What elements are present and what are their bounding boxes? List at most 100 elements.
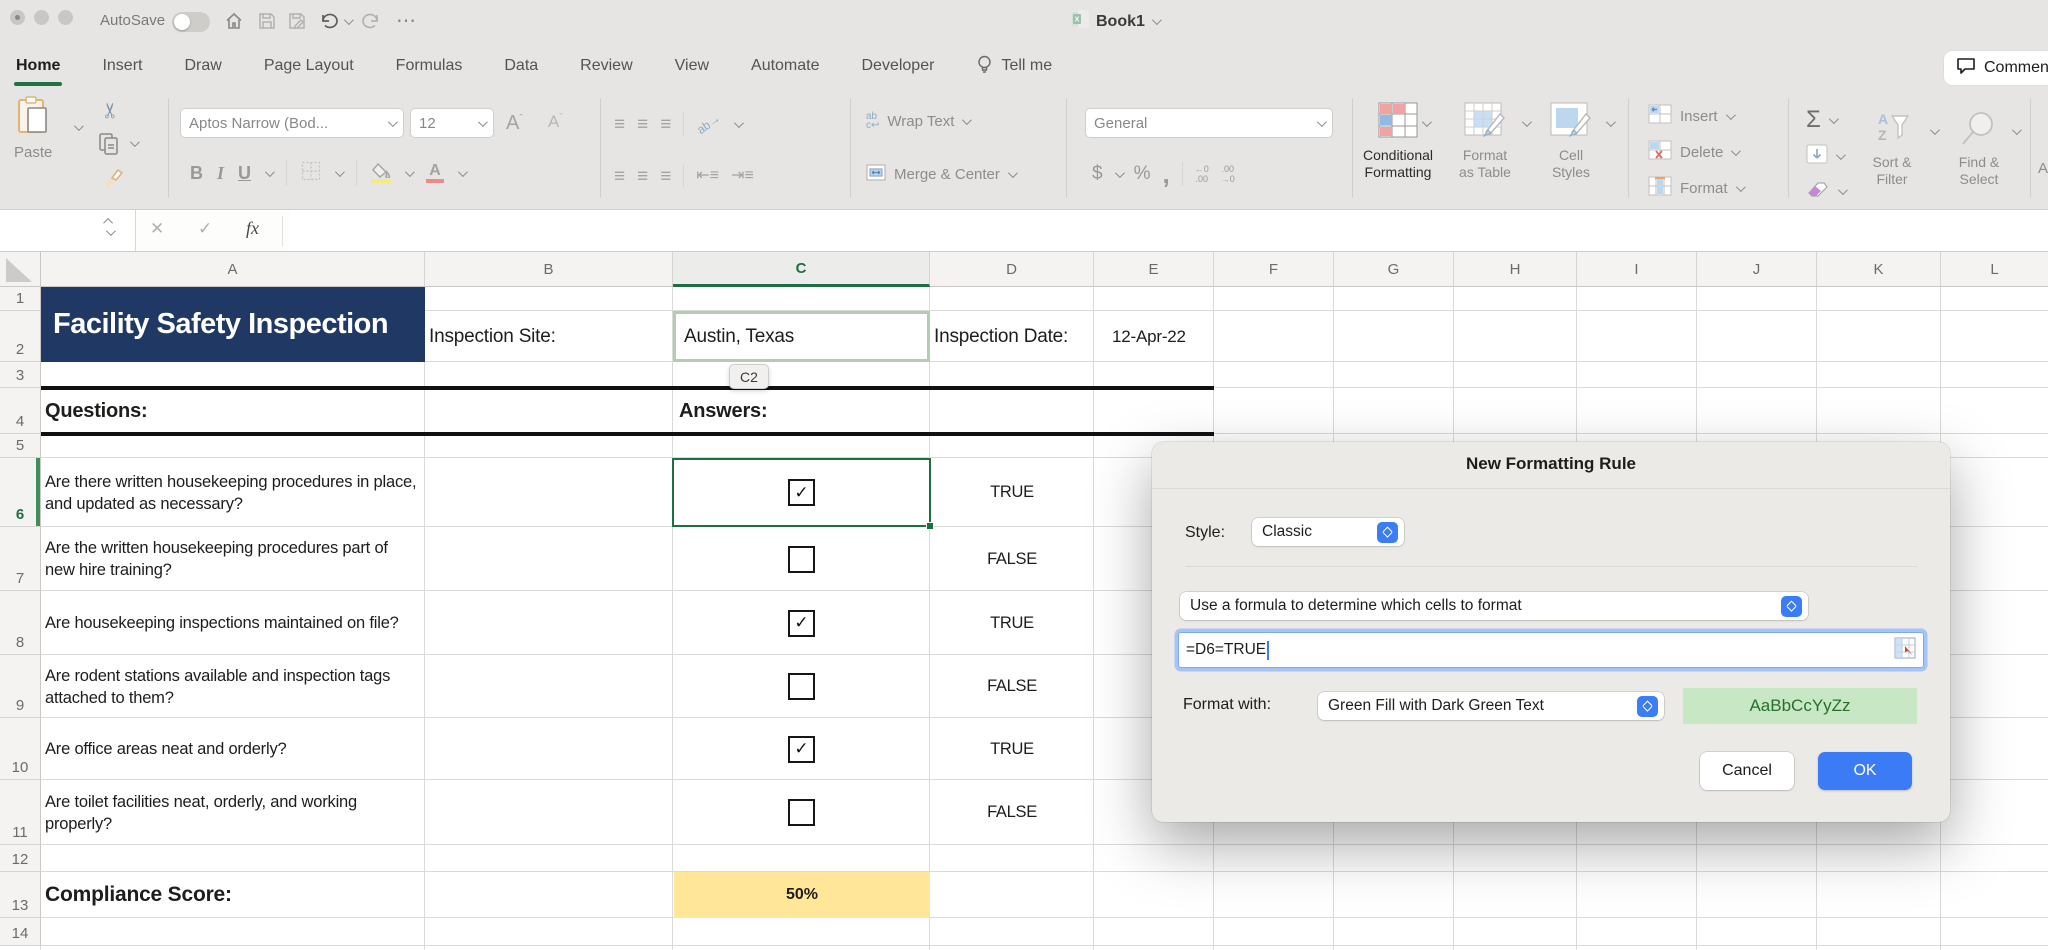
autosave-toggle[interactable] — [172, 12, 210, 32]
tab-insert[interactable]: Insert — [102, 57, 142, 75]
row-header-1[interactable]: 1 — [0, 287, 41, 311]
row-header-2[interactable]: 2 — [0, 311, 41, 362]
select-all-corner[interactable] — [0, 252, 41, 287]
column-header-e[interactable]: E — [1094, 252, 1214, 287]
cell-c4-answers-header[interactable]: Answers: — [679, 388, 767, 434]
fill-color-button fill-color-icon[interactable] — [371, 163, 391, 183]
underline-button[interactable]: U — [238, 163, 251, 184]
decrease-indent-button[interactable]: ⇤≡ — [696, 168, 719, 184]
find-select-chevron-icon[interactable] — [2012, 125, 2022, 135]
checkbox-row9-unchecked[interactable] — [788, 673, 815, 700]
column-header-d[interactable]: D — [930, 252, 1094, 287]
italic-button[interactable]: I — [217, 163, 224, 184]
formula-input[interactable] — [290, 210, 2048, 251]
analyze-data-button-partial[interactable]: A — [2038, 160, 2048, 177]
wrap-text-button[interactable]: abc↩ Wrap Text — [866, 112, 969, 130]
minimize-icon[interactable] — [34, 10, 49, 25]
align-right-button[interactable]: ≡ — [660, 167, 671, 186]
row-header-3[interactable]: 3 — [0, 362, 41, 388]
align-top-button[interactable]: ≡ — [614, 115, 625, 134]
cell-a1-title[interactable]: Facility Safety Inspection — [41, 287, 425, 362]
answer-cell-row9[interactable]: FALSE — [930, 655, 1094, 718]
checkbox-row11-unchecked[interactable] — [788, 799, 815, 826]
row-header-6[interactable]: 6 — [0, 458, 41, 527]
row-header-5[interactable]: 5 — [0, 434, 41, 458]
tab-formulas[interactable]: Formulas — [396, 57, 463, 75]
name-box-stepper[interactable] — [106, 218, 113, 236]
answer-cell-row10[interactable]: TRUE — [930, 718, 1094, 780]
answer-cell-row11[interactable]: FALSE — [930, 780, 1094, 845]
align-bottom-button[interactable]: ≡ — [660, 115, 671, 134]
align-middle-button[interactable]: ≡ — [637, 115, 648, 134]
tab-data[interactable]: Data — [504, 57, 538, 75]
row-header-10[interactable]: 10 — [0, 718, 41, 780]
paste-menu-chevron-icon[interactable] — [74, 121, 84, 131]
insert-cells-button[interactable]: Insert — [1648, 104, 1733, 128]
cell-c2-site-value[interactable]: Austin, Texas — [673, 311, 930, 362]
rule-formula-input[interactable]: =D6=TRUE — [1178, 632, 1924, 668]
tab-view[interactable]: View — [675, 57, 709, 75]
clear-button[interactable] — [1806, 180, 1845, 202]
question-text-row6[interactable]: Are there written housekeeping procedure… — [45, 458, 421, 527]
row-header-12[interactable]: 12 — [0, 845, 41, 872]
align-left-button[interactable]: ≡ — [614, 167, 625, 186]
checkbox-row7-unchecked[interactable] — [788, 546, 815, 573]
question-text-row8[interactable]: Are housekeeping inspections maintained … — [45, 591, 421, 655]
insert-function-icon[interactable]: fx — [246, 218, 259, 239]
sort-filter-button[interactable]: AZ Sort &Filter — [1858, 110, 1926, 188]
orientation-menu-chevron-icon[interactable] — [734, 118, 744, 128]
cancel-button[interactable]: Cancel — [1700, 752, 1794, 790]
column-header-a[interactable]: A — [41, 252, 425, 287]
confirm-entry-icon[interactable]: ✓ — [198, 219, 212, 239]
cell-a4-questions-header[interactable]: Questions: — [45, 388, 147, 434]
percent-button[interactable]: % — [1134, 163, 1151, 185]
fill-button[interactable] — [1806, 144, 1843, 168]
cell-b2-site-label[interactable]: Inspection Site: — [429, 311, 673, 362]
save-as-icon[interactable] — [288, 12, 306, 30]
currency-menu-chevron-icon[interactable] — [1115, 168, 1125, 178]
question-text-row11[interactable]: Are toilet facilities neat, orderly, and… — [45, 780, 421, 845]
conditional-formatting-button[interactable]: ConditionalFormatting — [1360, 102, 1436, 181]
column-header-f[interactable]: F — [1214, 252, 1334, 287]
zoom-icon[interactable] — [58, 10, 73, 25]
row-header-4[interactable]: 4 — [0, 388, 41, 434]
workbook-title[interactable]: Book1 — [1096, 13, 1145, 31]
font-color-menu-chevron-icon[interactable] — [458, 167, 468, 177]
format-as-table-button[interactable]: Formatas Table — [1448, 102, 1522, 181]
tab-developer[interactable]: Developer — [862, 57, 935, 75]
increase-font-button[interactable]: Aˆ — [506, 112, 523, 135]
fill-handle[interactable] — [926, 522, 934, 530]
number-format-select[interactable]: General — [1085, 108, 1333, 138]
column-header-l[interactable]: L — [1941, 252, 2048, 287]
tell-me-button[interactable]: Tell me — [976, 54, 1052, 79]
save-icon[interactable] — [258, 12, 276, 30]
row-header-14[interactable]: 14 — [0, 918, 41, 946]
merge-center-button[interactable]: Merge & Center — [866, 164, 1015, 185]
answer-cell-row6[interactable]: TRUE — [930, 458, 1094, 527]
cell-styles-chevron-icon[interactable] — [1606, 117, 1616, 127]
cell-d2-date-label[interactable]: Inspection Date: — [934, 311, 1094, 362]
redo-icon[interactable] — [362, 11, 382, 31]
autosum-button[interactable]: Σ — [1806, 106, 1836, 134]
font-color-button font-color-icon[interactable]: A — [426, 163, 444, 183]
workbook-menu-chevron-icon[interactable] — [1152, 15, 1162, 25]
question-text-row7[interactable]: Are the written housekeeping procedures … — [45, 527, 421, 591]
cell-c13-compliance-score[interactable]: 50% — [674, 872, 930, 918]
cell-a13-compliance-label[interactable]: Compliance Score: — [45, 872, 232, 918]
cut-button scissors-icon[interactable]: ✂ — [98, 102, 123, 120]
comma-style-button[interactable]: , — [1162, 169, 1169, 179]
style-select[interactable]: Classic — [1252, 518, 1404, 546]
copy-button copy-icon[interactable] — [98, 132, 120, 160]
cancel-entry-icon[interactable]: ✕ — [150, 219, 164, 239]
row-header-7[interactable]: 7 — [0, 527, 41, 591]
decrease-font-button[interactable]: Aˇ — [548, 112, 563, 132]
column-header-i[interactable]: I — [1577, 252, 1697, 287]
question-text-row10[interactable]: Are office areas neat and orderly? — [45, 718, 421, 780]
checkbox-row8-checked[interactable]: ✓ — [788, 610, 815, 637]
copy-menu-chevron-icon[interactable] — [130, 137, 140, 147]
paste-button[interactable]: Paste — [14, 96, 52, 161]
undo-icon[interactable] — [318, 11, 338, 31]
format-cells-button[interactable]: Format — [1648, 176, 1743, 200]
tab-review[interactable]: Review — [580, 57, 632, 75]
decrease-decimal-button[interactable]: .00→0 — [1221, 164, 1235, 184]
